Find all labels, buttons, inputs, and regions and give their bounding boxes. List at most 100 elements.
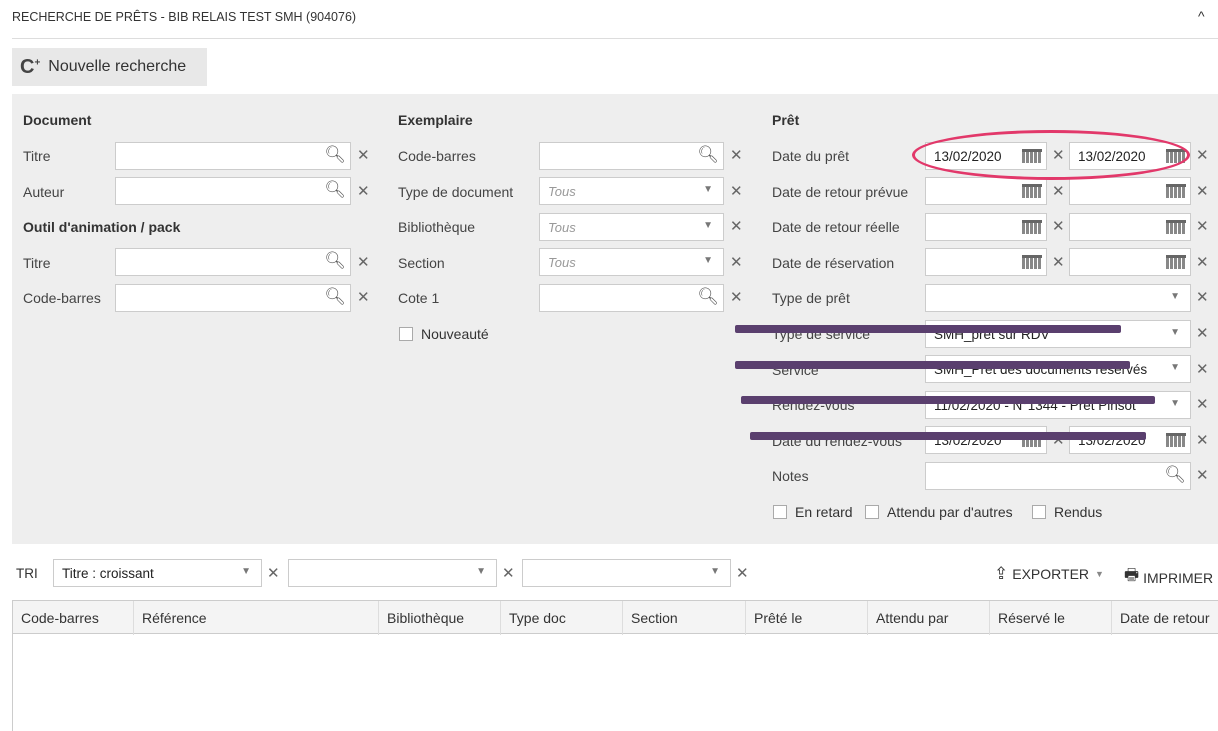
outil-titre-input[interactable]: 🔍︎: [115, 248, 351, 276]
retour-prevue-to-input[interactable]: [1069, 177, 1191, 205]
clear-icon[interactable]: ✕: [1196, 360, 1209, 378]
section-select[interactable]: Tous ▼: [539, 248, 724, 276]
clear-section-icon[interactable]: ✕: [730, 253, 743, 271]
retour-reelle-from-input[interactable]: [925, 213, 1047, 241]
en-retard-checkbox[interactable]: En retard: [773, 504, 853, 520]
chevron-down-icon: ▼: [1170, 291, 1180, 302]
column-header[interactable]: Attendu par: [868, 601, 990, 635]
calendar-icon[interactable]: [1166, 220, 1186, 234]
section-value: Tous: [548, 255, 576, 270]
titre-input[interactable]: 🔍︎: [115, 142, 351, 170]
auteur-input[interactable]: 🔍︎: [115, 177, 351, 205]
clear-icon[interactable]: ✕: [1196, 431, 1209, 449]
clear-date-pret-to-icon[interactable]: ✕: [1196, 146, 1209, 164]
clear-icon[interactable]: ✕: [1196, 182, 1209, 200]
pret-section-title: Prêt: [772, 112, 800, 128]
retour-prevue-from-input[interactable]: [925, 177, 1047, 205]
attendu-checkbox[interactable]: Attendu par d'autres: [865, 504, 1013, 520]
clear-bibliotheque-icon[interactable]: ✕: [730, 217, 743, 235]
document-section-title: Document: [23, 112, 92, 128]
search-icon[interactable]: 🔍︎: [324, 287, 346, 307]
clear-outil-codebarres-icon[interactable]: ✕: [357, 288, 370, 306]
column-header[interactable]: Réservé le: [990, 601, 1112, 635]
date-rdv-from-input[interactable]: 13/02/2020: [925, 426, 1047, 454]
clear-sort2-icon[interactable]: ✕: [502, 564, 515, 582]
cote-input[interactable]: 🔍︎: [539, 284, 724, 312]
date-rdv-to-input[interactable]: 13/02/2020: [1069, 426, 1191, 454]
sort2-select[interactable]: ▼: [288, 559, 497, 587]
print-button[interactable]: 🖶 IMPRIMER: [1124, 564, 1213, 591]
search-icon[interactable]: 🔍︎: [324, 180, 346, 200]
clear-icon[interactable]: ✕: [1196, 395, 1209, 413]
typedoc-select[interactable]: Tous ▼: [539, 177, 724, 205]
clear-outil-titre-icon[interactable]: ✕: [357, 253, 370, 271]
clear-icon[interactable]: ✕: [1196, 324, 1209, 342]
ex-codebarres-label: Code-barres: [398, 148, 476, 164]
ex-codebarres-input[interactable]: 🔍︎: [539, 142, 724, 170]
search-icon[interactable]: 🔍︎: [324, 251, 346, 271]
checkbox-box[interactable]: [865, 505, 879, 519]
clear-icon[interactable]: ✕: [1196, 466, 1209, 484]
checkbox-box[interactable]: [399, 327, 413, 341]
calendar-icon[interactable]: [1022, 255, 1042, 269]
clear-icon[interactable]: ✕: [1196, 288, 1209, 306]
auteur-label: Auteur: [23, 184, 65, 200]
results-table-header: Code-barres Référence Bibliothèque Type …: [12, 600, 1218, 635]
checkbox-box[interactable]: [773, 505, 787, 519]
column-header[interactable]: Référence: [134, 601, 379, 635]
clear-titre-icon[interactable]: ✕: [357, 146, 370, 164]
sort3-select[interactable]: ▼: [522, 559, 731, 587]
column-header[interactable]: Date de retour: [1112, 601, 1218, 635]
column-header[interactable]: Type doc: [501, 601, 623, 635]
column-header[interactable]: Section: [623, 601, 746, 635]
rendus-checkbox[interactable]: Rendus: [1032, 504, 1102, 520]
export-button[interactable]: ⇪ EXPORTER ▼: [994, 564, 1104, 584]
clear-icon[interactable]: ✕: [1196, 217, 1209, 235]
service-select[interactable]: SMH_Prêt des documents réservés ▼: [925, 355, 1191, 383]
outil-codebarres-input[interactable]: 🔍︎: [115, 284, 351, 312]
notes-input[interactable]: 🔍︎: [925, 462, 1191, 490]
calendar-icon[interactable]: [1166, 255, 1186, 269]
section-label: Section: [398, 255, 445, 271]
calendar-icon[interactable]: [1166, 433, 1186, 447]
clear-ex-codebarres-icon[interactable]: ✕: [730, 146, 743, 164]
column-header[interactable]: Bibliothèque: [379, 601, 501, 635]
reservation-to-input[interactable]: [1069, 248, 1191, 276]
calendar-icon[interactable]: [1022, 184, 1042, 198]
sort1-select[interactable]: Titre : croissant ▼: [53, 559, 262, 587]
chevron-down-icon: ▼: [710, 566, 720, 577]
chevron-down-icon: ▼: [703, 184, 713, 195]
search-icon[interactable]: 🔍︎: [697, 287, 719, 307]
header-divider: [12, 38, 1218, 39]
retour-reelle-to-input[interactable]: [1069, 213, 1191, 241]
calendar-icon[interactable]: [1166, 184, 1186, 198]
clear-sort3-icon[interactable]: ✕: [736, 564, 749, 582]
clear-icon[interactable]: ✕: [1196, 253, 1209, 271]
clear-sort1-icon[interactable]: ✕: [267, 564, 280, 582]
search-icon[interactable]: 🔍︎: [697, 145, 719, 165]
bibliotheque-value: Tous: [548, 220, 576, 235]
clear-icon[interactable]: ✕: [1052, 217, 1065, 235]
export-icon: ⇪: [994, 564, 1009, 583]
search-icon[interactable]: 🔍︎: [1164, 465, 1186, 485]
nouveaute-checkbox[interactable]: Nouveauté: [399, 326, 489, 342]
reservation-from-input[interactable]: [925, 248, 1047, 276]
type-pret-select[interactable]: ▼: [925, 284, 1191, 312]
chevron-down-icon: ▼: [1170, 398, 1180, 409]
sort1-value: Titre : croissant: [62, 566, 154, 581]
new-search-button[interactable]: C+ Nouvelle recherche: [12, 48, 207, 86]
clear-auteur-icon[interactable]: ✕: [357, 182, 370, 200]
clear-icon[interactable]: ✕: [1052, 253, 1065, 271]
column-header[interactable]: Prêté le: [746, 601, 868, 635]
search-icon[interactable]: 🔍︎: [324, 145, 346, 165]
clear-cote-icon[interactable]: ✕: [730, 288, 743, 306]
collapse-icon[interactable]: ^: [1198, 8, 1205, 24]
clear-icon[interactable]: ✕: [1052, 182, 1065, 200]
column-header[interactable]: Code-barres: [13, 601, 134, 635]
cote-label: Cote 1: [398, 290, 440, 306]
bibliotheque-select[interactable]: Tous ▼: [539, 213, 724, 241]
clear-typedoc-icon[interactable]: ✕: [730, 182, 743, 200]
results-table-border: [12, 634, 13, 731]
calendar-icon[interactable]: [1022, 220, 1042, 234]
checkbox-box[interactable]: [1032, 505, 1046, 519]
